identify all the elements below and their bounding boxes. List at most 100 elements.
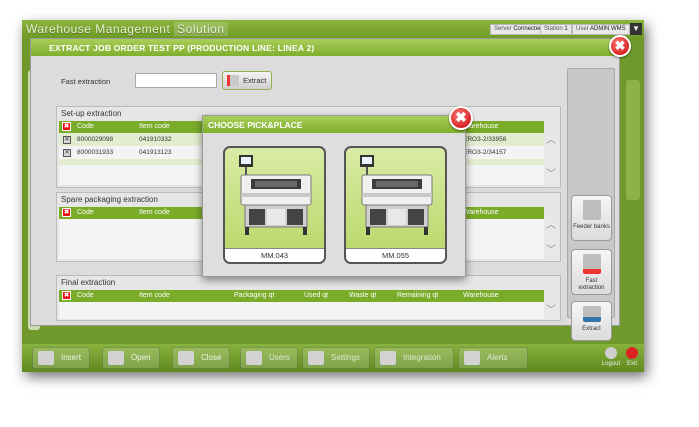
col-warehouse[interactable]: Warehouse — [463, 209, 499, 216]
extract-button-label: Extract — [243, 76, 267, 85]
setup-scrollbar[interactable]: ︿ ﹀ — [544, 133, 558, 185]
final-grid-header: ✖ Code Item code Packaging qt Used qt Wa… — [59, 290, 544, 302]
pick-place-machine-icon — [239, 155, 312, 235]
app-title-main: Warehouse Management — [26, 22, 171, 36]
exit-button[interactable]: Exit — [622, 347, 642, 367]
logout-button[interactable]: Logout — [600, 347, 622, 367]
col-item-code[interactable]: Item code — [139, 123, 170, 130]
feeder-banks-label: Feeder banks — [573, 224, 610, 230]
scroll-down-icon[interactable]: ﹀ — [545, 245, 557, 257]
spare-scrollbar[interactable]: ︿ ﹀ — [544, 219, 558, 259]
choose-pick-place-modal: CHOOSE PICK&PLACE ✖ MM.043 MM.055 — [202, 106, 473, 277]
fast-extraction-icon — [583, 254, 601, 274]
insert-icon — [38, 351, 54, 365]
station-status: Station 1 — [540, 24, 572, 35]
side-action-panel: Feeder banks Fast extraction Extract — [567, 68, 615, 341]
modal-close-button[interactable]: ✖ — [449, 106, 473, 130]
app-title: Warehouse Management Solution — [26, 22, 228, 36]
machine-option-2[interactable]: MM.055 — [344, 146, 447, 264]
close-label: Close — [201, 353, 222, 362]
taskbar: Insert Open Close Users Settings Integra… — [22, 344, 644, 372]
station-label: Station — [544, 26, 563, 32]
col-code[interactable]: Code — [77, 123, 94, 130]
modal-header: CHOOSE PICK&PLACE — [203, 116, 465, 133]
integration-label: Integration — [403, 353, 441, 362]
cell-code: 8000031933 — [77, 149, 114, 156]
row-checkbox[interactable]: ✕ — [63, 149, 71, 157]
extract-icon — [227, 75, 239, 86]
settings-button[interactable]: Settings — [302, 347, 370, 369]
modal-title: CHOOSE PICK&PLACE — [208, 120, 303, 130]
cell-item-code: 041910332 — [139, 136, 172, 143]
logout-label: Logout — [601, 361, 621, 367]
exit-label: Exit — [626, 361, 637, 367]
col-warehouse[interactable]: Warehouse — [463, 292, 499, 299]
feeder-icon — [583, 200, 601, 220]
users-button[interactable]: Users — [240, 347, 298, 369]
machine-option-1[interactable]: MM.043 — [223, 146, 326, 264]
alerts-label: Alerts — [487, 353, 508, 362]
fast-extraction-row: Fast extraction Extract — [53, 68, 589, 94]
server-value: Connected — [513, 26, 543, 32]
open-label: Open — [131, 353, 151, 362]
scroll-up-icon[interactable]: ︿ — [545, 135, 557, 147]
final-scrollbar[interactable]: ﹀ — [544, 302, 558, 319]
cell-code: 8000029098 — [77, 136, 114, 143]
fast-extraction-side-button[interactable]: Fast extraction — [571, 249, 612, 295]
user-value: ADMIN WMS — [590, 26, 626, 32]
extract-side-icon — [583, 306, 601, 322]
row-checkbox[interactable]: ✕ — [63, 136, 71, 144]
extract-side-button[interactable]: Extract — [571, 301, 612, 341]
select-all-checkbox[interactable]: ✖ — [62, 291, 71, 300]
users-icon — [246, 351, 262, 365]
setup-extraction-title: Set-up extraction — [61, 109, 122, 118]
insert-label: Insert — [61, 353, 82, 362]
scroll-down-icon[interactable]: ﹀ — [545, 169, 557, 181]
user-status: User ADMIN WMS — [572, 24, 630, 35]
select-all-checkbox[interactable]: ✖ — [62, 208, 71, 217]
col-code[interactable]: Code — [77, 209, 94, 216]
col-remaining-qt[interactable]: Remaining qt — [397, 292, 438, 299]
alerts-button[interactable]: Alerts — [458, 347, 528, 369]
col-item-code[interactable]: Item code — [139, 209, 170, 216]
fast-extraction-label: Fast extraction — [61, 77, 111, 86]
close-button[interactable]: Close — [172, 347, 230, 369]
scroll-down-icon[interactable]: ﹀ — [545, 305, 557, 317]
extract-button[interactable]: Extract — [222, 71, 272, 90]
server-status: Server Connected — [490, 24, 547, 35]
dialog-close-button[interactable]: ✖ — [609, 35, 631, 57]
final-grid-body — [59, 302, 544, 319]
col-packaging-qt[interactable]: Packaging qt — [234, 292, 274, 299]
insert-button[interactable]: Insert — [32, 347, 90, 369]
feeder-banks-button[interactable]: Feeder banks — [571, 195, 612, 241]
select-all-checkbox[interactable]: ✖ — [62, 122, 71, 131]
machine-label: MM.043 — [225, 248, 324, 262]
app-menu-button[interactable]: ▼ — [630, 23, 642, 35]
logout-icon — [605, 347, 617, 359]
fast-extraction-side-label: Fast extraction — [578, 278, 605, 291]
col-used-qt[interactable]: Used qt — [304, 292, 328, 299]
final-extraction-section: Final extraction ✖ Code Item code Packag… — [56, 275, 561, 321]
integration-icon — [380, 351, 396, 365]
settings-label: Settings — [331, 353, 360, 362]
col-item-code[interactable]: Item code — [139, 292, 170, 299]
scroll-up-icon[interactable]: ︿ — [545, 220, 557, 232]
col-waste-qt[interactable]: Waste qt — [349, 292, 376, 299]
dialog-header: EXTRACT JOB ORDER TEST PP (PRODUCTION LI… — [31, 39, 619, 56]
users-label: Users — [269, 353, 290, 362]
cell-item-code: 041913123 — [139, 149, 172, 156]
cell-warehouse: ERO3-2/34157 — [463, 149, 507, 156]
final-extraction-title: Final extraction — [61, 278, 116, 287]
extract-side-label: Extract — [582, 326, 601, 332]
fast-extraction-input[interactable] — [135, 73, 217, 88]
open-button[interactable]: Open — [102, 347, 160, 369]
pick-place-machine-icon — [360, 155, 433, 235]
open-icon — [108, 351, 124, 365]
machine-label: MM.055 — [346, 248, 445, 262]
app-titlebar: Warehouse Management Solution Server Con… — [22, 20, 644, 39]
spare-extraction-title: Spare packaging extraction — [61, 195, 158, 204]
cell-warehouse: ERO3-2/33958 — [463, 136, 507, 143]
integration-button[interactable]: Integration — [374, 347, 454, 369]
gear-icon — [308, 351, 324, 365]
col-code[interactable]: Code — [77, 292, 94, 299]
